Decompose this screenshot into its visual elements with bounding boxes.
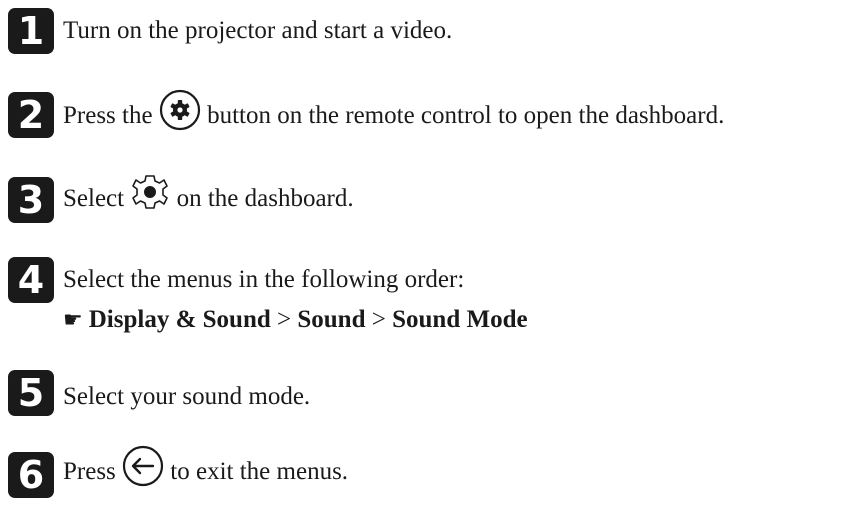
step-1-text: Turn on the projector and start a video. xyxy=(63,17,453,44)
step-number-badge: 5 xyxy=(8,370,54,416)
menu-path-display-sound: Display & Sound xyxy=(88,306,271,333)
step-text: Select your sound mode. xyxy=(63,382,310,412)
menu-path-separator: > xyxy=(277,306,292,333)
step-5-text: Select your sound mode. xyxy=(63,383,311,410)
step-3-text-after: on the dashboard. xyxy=(176,185,354,212)
menu-path-separator: > xyxy=(371,306,386,333)
step-text: Press the button on the remote control t… xyxy=(63,89,725,140)
step-text: Select the menus in the following order: xyxy=(63,265,464,295)
menu-path-sound: Sound xyxy=(297,306,366,333)
step-6-text-after: to exit the menus. xyxy=(170,458,349,485)
step-number-badge: 2 xyxy=(8,92,54,138)
step-4-text: Select the menus in the following order: xyxy=(63,266,465,293)
settings-cog-icon xyxy=(130,173,170,211)
menu-path: ☛ Display & Sound > Sound > Sound Mode xyxy=(63,305,528,336)
step-2-text-after: button on the remote control to open the… xyxy=(207,102,725,129)
settings-gear-button-icon xyxy=(159,89,201,131)
step-text: Press to exit the menus. xyxy=(63,445,349,496)
step-number-badge: 3 xyxy=(8,177,54,223)
step-number-badge: 6 xyxy=(8,452,54,498)
step-3-text-before: Select xyxy=(63,185,125,212)
step-6-text-before: Press xyxy=(63,458,116,485)
step-text: Turn on the projector and start a video. xyxy=(63,16,452,46)
menu-path-sound-mode: Sound Mode xyxy=(392,306,528,333)
step-text: Select on the dashboard. xyxy=(63,175,354,223)
step-2-text-before: Press the xyxy=(63,102,153,129)
step-number-badge: 1 xyxy=(8,8,54,54)
step-number-badge: 4 xyxy=(8,257,54,303)
pointing-hand-icon: ☛ xyxy=(63,308,83,333)
back-arrow-button-icon xyxy=(122,445,164,487)
